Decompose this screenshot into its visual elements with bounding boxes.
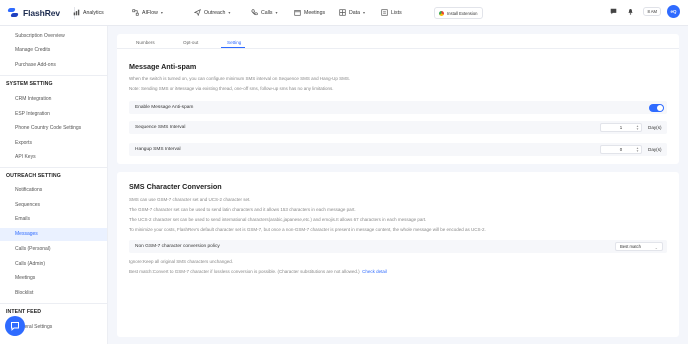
outreach-icon [194, 9, 201, 16]
support-chat-button[interactable] [5, 316, 25, 336]
analytics-icon [73, 9, 80, 16]
sequence-interval-value: 1 [619, 125, 623, 130]
sms-conversion-title: SMS Character Conversion [129, 182, 222, 191]
sidebar-item-messages[interactable]: Messages [15, 231, 38, 237]
anti-spam-description: When the switch is turned on, you can co… [129, 76, 351, 81]
conversion-line-2: The GSM-7 character set can be used to s… [129, 207, 356, 212]
sequence-interval-label: Sequence SMS Interval [135, 125, 186, 130]
chat-bubble-icon[interactable] [609, 8, 617, 16]
chevron-down-icon: ▾ [228, 10, 231, 15]
install-extension-button[interactable]: Install Extension [434, 7, 483, 19]
sidebar-item-purchase-addons[interactable]: Purchase Add-ons [15, 62, 56, 68]
sidebar-item-notifications[interactable]: Notifications [15, 187, 42, 193]
chevron-down-icon: ⌄ [654, 245, 658, 250]
settings-sidebar: Subscription Overview Manage Credits Pur… [0, 26, 108, 344]
hangup-interval-input[interactable]: 0 ▲ ▼ [600, 145, 642, 154]
nav-calls-label: Calls [261, 9, 273, 16]
brand-name: FlashRev [23, 7, 60, 18]
stepper-icon[interactable]: ▲ ▼ [636, 125, 639, 131]
stepper-icon[interactable]: ▲ ▼ [636, 147, 639, 153]
active-tab-indicator [221, 47, 245, 48]
nav-data[interactable]: Data ▾ [339, 9, 365, 16]
sidebar-item-phone-country-code[interactable]: Phone Country Code Settings [15, 125, 81, 131]
nav-outreach[interactable]: Outreach ▾ [194, 9, 230, 16]
chevron-down-icon: ▾ [275, 10, 278, 15]
sidebar-item-calls-admin[interactable]: Calls (Admin) [15, 261, 45, 267]
conversion-policy-value: Best match [620, 244, 641, 249]
nav-lists-label: Lists [391, 9, 402, 16]
nav-analytics-label: Analytics [83, 9, 104, 16]
check-detail-link[interactable]: Check detail [362, 269, 387, 274]
policy-option-best-match: Best match:Convert to GSM-7 character if… [129, 269, 387, 274]
chevron-down-icon: ▾ [362, 10, 365, 15]
list-icon [381, 9, 388, 16]
conversion-line-1: SMS can use GSM-7 character set and UCS-… [129, 197, 251, 202]
nav-outreach-label: Outreach [204, 9, 226, 16]
conversion-policy-label: Non GSM-7 character conversion policy [135, 244, 220, 249]
tab-opt-out[interactable]: Opt-out [183, 40, 198, 45]
sidebar-item-exports[interactable]: Exports [15, 140, 32, 146]
enable-anti-spam-toggle[interactable] [649, 104, 664, 112]
chrome-icon [439, 10, 444, 16]
chevron-down-icon: ▾ [160, 10, 163, 15]
anti-spam-note: Note: Sending SMS or iMessage via existi… [129, 86, 334, 91]
calendar-icon [294, 9, 301, 16]
sidebar-item-sequences[interactable]: Sequences [15, 202, 40, 208]
sidebar-item-crm-integration[interactable]: CRM Integration [15, 96, 51, 102]
nav-aiflow[interactable]: AIFlow ▾ [132, 9, 163, 16]
sidebar-heading-system: SYSTEM SETTING [6, 81, 53, 87]
nav-data-label: Data [349, 9, 360, 16]
timezone-clock[interactable]: 8 AM [643, 7, 661, 16]
bell-icon[interactable] [626, 8, 634, 16]
nav-analytics[interactable]: Analytics [73, 9, 104, 16]
user-avatar[interactable]: eQ [667, 5, 680, 18]
policy-option-ignore: Ignore:Keep all original SMS characters … [129, 259, 234, 264]
aiflow-icon [132, 9, 139, 16]
sidebar-item-api-keys[interactable]: API Keys [15, 154, 36, 160]
sequence-interval-unit: Day(s) [648, 125, 662, 130]
nav-meetings-label: Meetings [304, 9, 326, 16]
conversion-policy-select[interactable]: Best match ⌄ [615, 242, 663, 251]
tab-setting[interactable]: Setting [227, 40, 241, 45]
flashrev-logo-icon [7, 7, 19, 18]
nav-lists[interactable]: Lists [381, 9, 402, 16]
tab-numbers[interactable]: Numbers [136, 40, 155, 45]
sequence-interval-row [129, 121, 667, 134]
sidebar-item-calls-personal[interactable]: Calls (Personal) [15, 246, 51, 252]
enable-anti-spam-row [129, 101, 667, 114]
install-extension-label: Install Extension [447, 10, 478, 16]
sidebar-heading-intent-feed: INTENT FEED [6, 309, 42, 315]
sidebar-item-emails[interactable]: Emails [15, 216, 30, 222]
anti-spam-title: Message Anti-spam [129, 62, 197, 71]
sidebar-item-meetings[interactable]: Meetings [15, 275, 35, 281]
conversion-line-3: The UCS-2 character set can be used to s… [129, 217, 427, 222]
hangup-interval-value: 0 [619, 147, 623, 152]
sidebar-item-blocklist[interactable]: Blocklist [15, 290, 33, 296]
hangup-interval-row [129, 143, 667, 156]
hangup-interval-label: Hangup SMS Interval [135, 147, 181, 152]
nav-aiflow-label: AIFlow [142, 9, 158, 16]
data-icon [339, 9, 346, 16]
sidebar-item-manage-credits[interactable]: Manage Credits [15, 47, 50, 53]
hangup-interval-unit: Day(s) [648, 147, 662, 152]
sidebar-item-subscription-overview[interactable]: Subscription Overview [15, 33, 65, 39]
chat-icon [11, 322, 19, 331]
phone-icon [251, 9, 258, 16]
sidebar-heading-outreach: OUTREACH SETTING [6, 173, 61, 179]
sidebar-item-esp-integration[interactable]: ESP Integration [15, 111, 50, 117]
brand-logo[interactable]: FlashRev [7, 7, 60, 18]
nav-meetings[interactable]: Meetings [294, 9, 325, 16]
sequence-interval-input[interactable]: 1 ▲ ▼ [600, 123, 642, 132]
enable-anti-spam-label: Enable Message Anti-spam [135, 105, 194, 110]
conversion-line-4: To minimize your costs, FlashRev's defau… [129, 227, 486, 232]
nav-calls[interactable]: Calls ▾ [251, 9, 278, 16]
top-navigation: FlashRev Analytics AIFlow ▾ Outreach ▾ C… [0, 0, 688, 26]
